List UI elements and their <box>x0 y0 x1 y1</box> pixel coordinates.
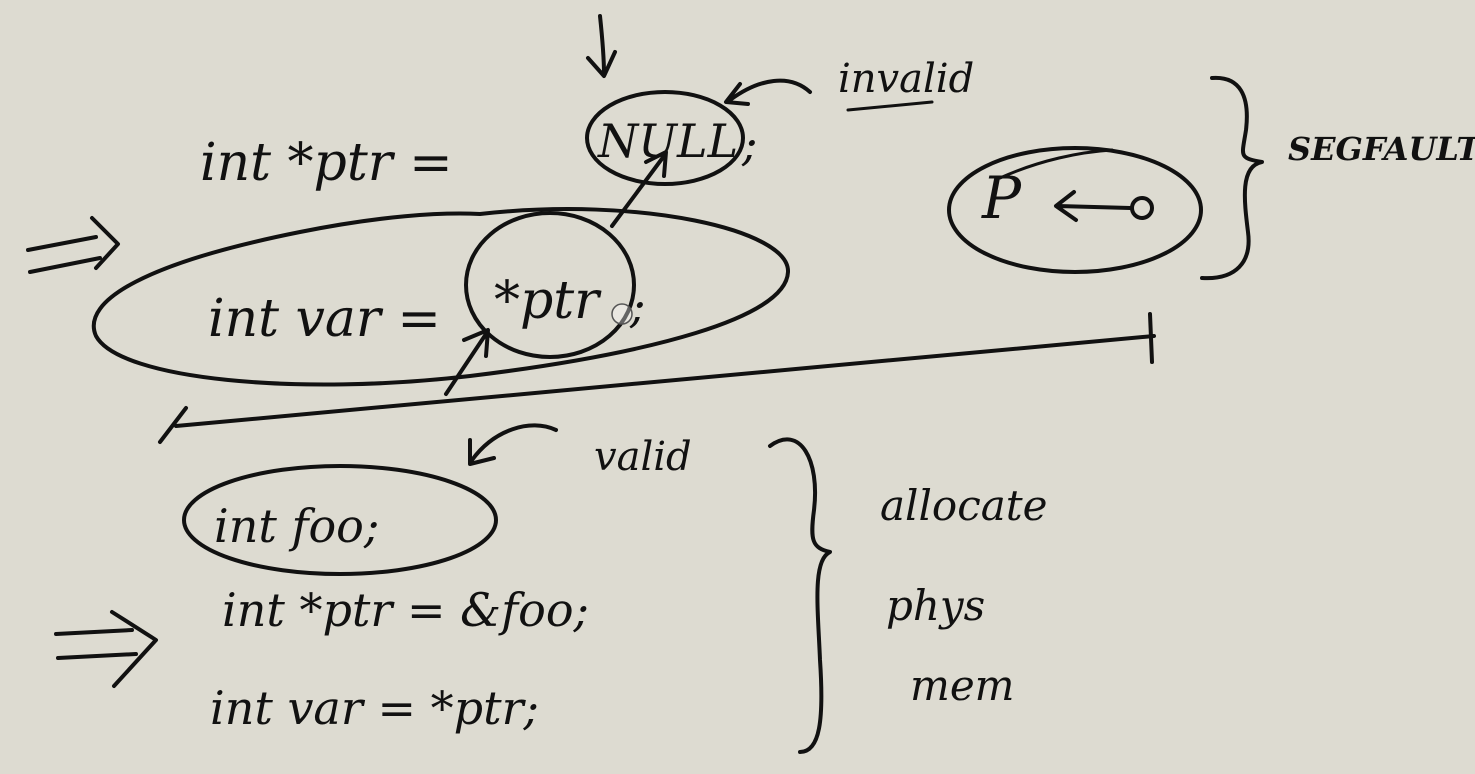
null-value-text: NULL <box>597 114 738 168</box>
cursor-icon <box>611 303 633 325</box>
deref-expr-text: *ptr <box>494 271 602 331</box>
whiteboard-canvas: int *ptr = NULL ; invalid int var = *ptr… <box>26 14 1475 754</box>
deref-semicolon-text: ; <box>629 279 646 333</box>
segfault-label: SEGFAULT <box>1288 130 1475 168</box>
note-phys-text: phys <box>886 581 985 630</box>
invalid-underline <box>846 100 934 112</box>
line1-text: int foo; <box>214 499 379 553</box>
left-arrow-icon <box>1054 190 1132 222</box>
origin-circle-icon <box>1130 196 1154 220</box>
implies-arrow-icon-bottom <box>54 610 158 688</box>
note-allocate-text: allocate <box>880 481 1048 530</box>
segfault-brace <box>1200 75 1264 281</box>
deref-prefix-text: int var = <box>208 289 441 349</box>
note-mem-text: mem <box>910 661 1015 710</box>
top-declaration-text: int *ptr = <box>200 133 453 193</box>
top-semicolon-text: ; <box>741 117 758 171</box>
down-arrow-icon <box>586 14 617 78</box>
implies-arrow-icon-top <box>26 216 120 274</box>
valid-pointer-arrow-icon <box>468 423 558 466</box>
line3-text: int var = *ptr; <box>210 681 539 735</box>
invalid-pointer-arrow-icon <box>724 78 812 106</box>
valid-annotation: valid <box>594 434 692 480</box>
line2-text: int *ptr = &foo; <box>222 583 589 637</box>
up-arrow-icon <box>444 328 490 396</box>
allocate-brace <box>768 437 832 754</box>
deref-ellipse <box>91 207 791 387</box>
invalid-annotation: invalid <box>838 56 974 102</box>
pointer-letter-text: P <box>981 164 1022 232</box>
